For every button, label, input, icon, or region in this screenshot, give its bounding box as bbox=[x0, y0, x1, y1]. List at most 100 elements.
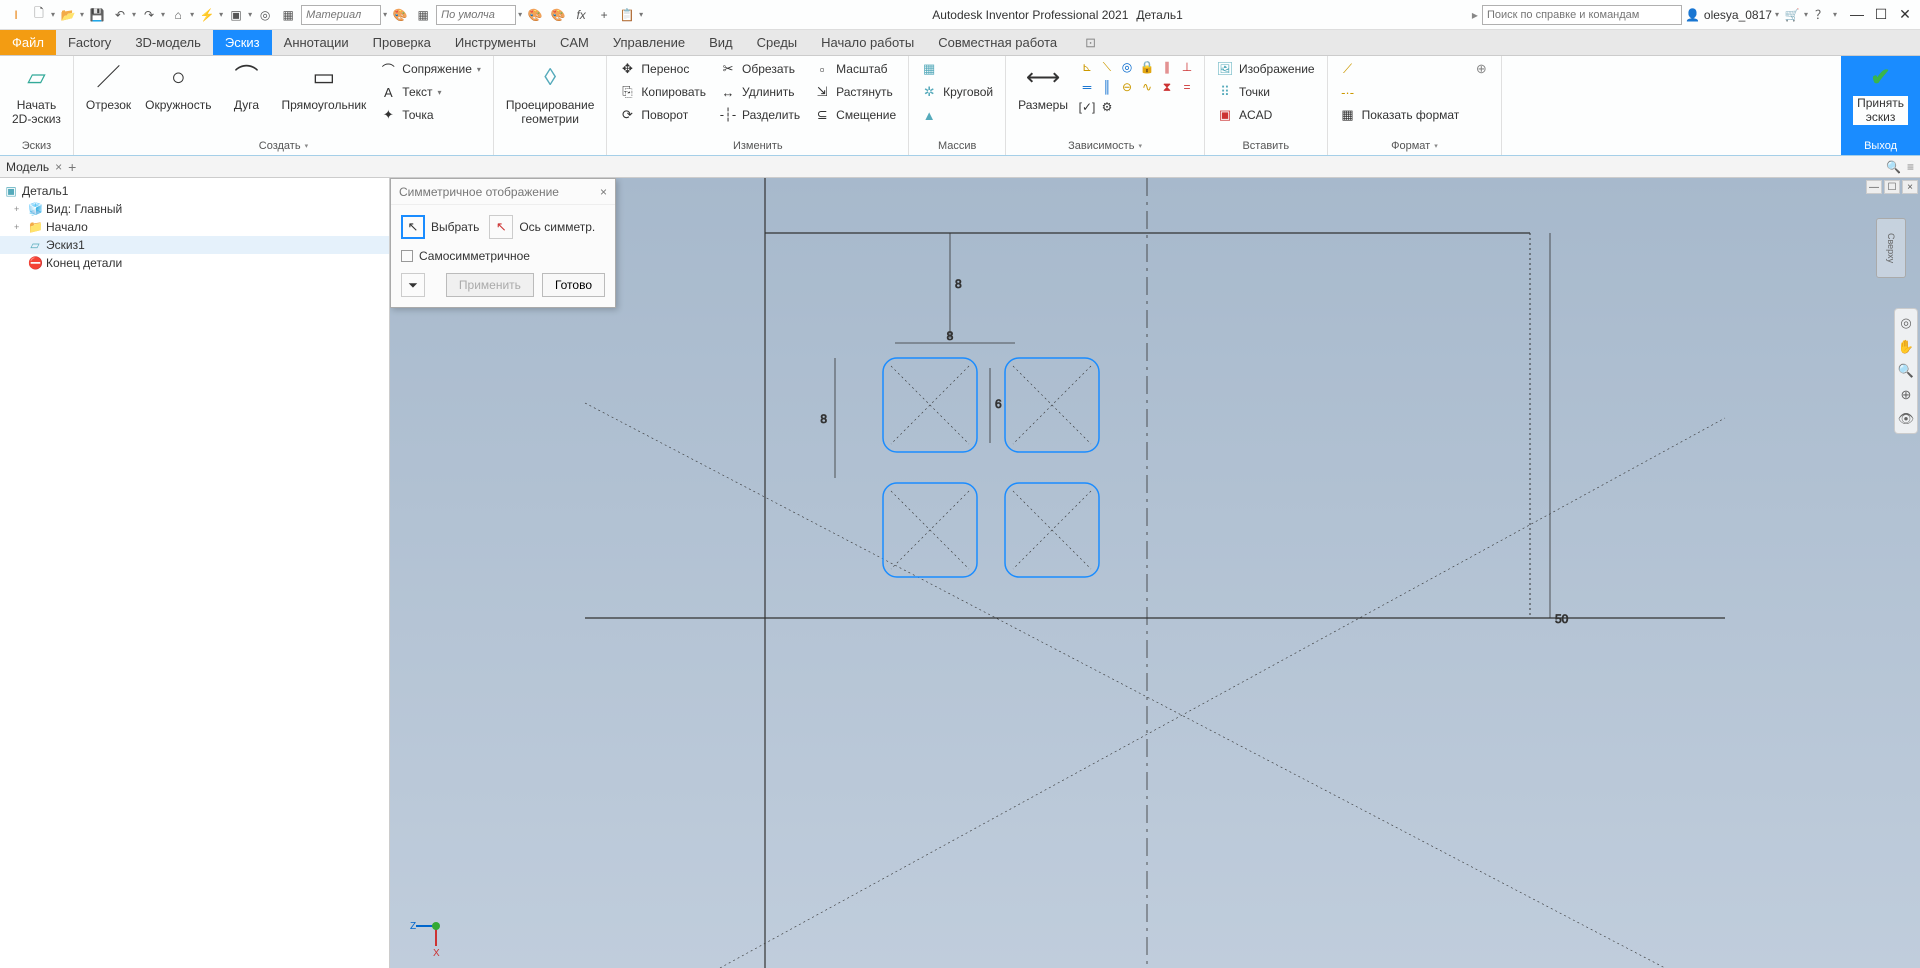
team-drop[interactable]: ▾ bbox=[219, 10, 223, 19]
maximize-button[interactable]: ☐ bbox=[1872, 6, 1890, 23]
extend-button[interactable]: ↔Удлинить bbox=[716, 81, 804, 103]
home-icon[interactable]: ⌂ bbox=[168, 5, 188, 25]
move-button[interactable]: ✥Перенос bbox=[615, 58, 710, 80]
appearance-input[interactable] bbox=[436, 5, 516, 25]
copy-button[interactable]: ⎘Копировать bbox=[615, 81, 710, 103]
rotate-button[interactable]: ⟳Поворот bbox=[615, 104, 710, 126]
redo-drop[interactable]: ▾ bbox=[161, 10, 165, 19]
tab-inspect[interactable]: Проверка bbox=[361, 30, 443, 55]
tree-item-origin[interactable]: +📁Начало bbox=[0, 218, 389, 236]
point-button[interactable]: ✦Точка bbox=[376, 104, 485, 126]
tree-item-sketch1[interactable]: ▱Эскиз1 bbox=[0, 236, 389, 254]
drawing-canvas[interactable]: — ☐ × Симметричное отображение × ↖Выбрат… bbox=[390, 178, 1920, 968]
self-symmetric-checkbox[interactable]: Самосимметричное bbox=[401, 249, 605, 263]
fx-icon[interactable]: fx bbox=[571, 5, 591, 25]
doc-close-icon[interactable]: × bbox=[1902, 180, 1918, 194]
tab-3dmodel[interactable]: 3D-модель bbox=[123, 30, 213, 55]
tab-getstarted[interactable]: Начало работы bbox=[809, 30, 926, 55]
save-icon[interactable]: 💾 bbox=[87, 5, 107, 25]
tree-item-view[interactable]: +🧊Вид: Главный bbox=[0, 200, 389, 218]
stretch-button[interactable]: ⇲Растянуть bbox=[810, 81, 900, 103]
grid-icon[interactable]: ▦ bbox=[278, 5, 298, 25]
tab-manage[interactable]: Управление bbox=[601, 30, 697, 55]
nav-orbit-icon[interactable]: ⊕ bbox=[1896, 385, 1916, 405]
arc-button[interactable]: ⌒Дуга bbox=[221, 58, 271, 114]
calc-icon[interactable]: 📋 bbox=[617, 5, 637, 25]
palette2-icon[interactable]: 🎨 bbox=[548, 5, 568, 25]
undo-drop[interactable]: ▾ bbox=[132, 10, 136, 19]
open-drop[interactable]: ▾ bbox=[80, 10, 84, 19]
browser-tab-label[interactable]: Модель bbox=[6, 160, 49, 174]
mirror-button[interactable]: ▲ bbox=[917, 104, 997, 126]
doc-min-icon[interactable]: — bbox=[1866, 180, 1882, 194]
browser-search-icon[interactable]: 🔍 bbox=[1886, 160, 1901, 174]
tab-annotate[interactable]: Аннотации bbox=[272, 30, 361, 55]
redo-icon[interactable]: ↷ bbox=[139, 5, 159, 25]
dialog-titlebar[interactable]: Симметричное отображение × bbox=[391, 179, 615, 205]
nav-zoom-icon[interactable]: 🔍 bbox=[1896, 361, 1916, 381]
acad-button[interactable]: ▣ACAD bbox=[1213, 104, 1319, 126]
rect-pattern-button[interactable]: ▦ bbox=[917, 58, 997, 80]
search-input[interactable] bbox=[1482, 5, 1682, 25]
tree-root[interactable]: ▣Деталь1 bbox=[0, 182, 389, 200]
tab-factory[interactable]: Factory bbox=[56, 30, 123, 55]
offset-button[interactable]: ⊆Смещение bbox=[810, 104, 900, 126]
done-button[interactable]: Готово bbox=[542, 273, 605, 297]
trim-button[interactable]: ✂Обрезать bbox=[716, 58, 804, 80]
select-drop[interactable]: ▾ bbox=[248, 10, 252, 19]
fillet-button[interactable]: ⌒Сопряжение▾ bbox=[376, 58, 485, 80]
split-button[interactable]: -┆-Разделить bbox=[716, 104, 804, 126]
team-icon[interactable]: ⚡ bbox=[197, 5, 217, 25]
finish-sketch-button[interactable]: ✔ Принять эскиз bbox=[1849, 58, 1912, 127]
project-geom-button[interactable]: ◊Проецирование геометрии bbox=[502, 58, 599, 129]
help-icon[interactable]: ？ bbox=[1811, 5, 1831, 25]
search-tri-icon[interactable]: ▸ bbox=[1472, 8, 1478, 22]
perp-icon[interactable]: ⊥ bbox=[1178, 58, 1196, 76]
browser-menu-icon[interactable]: ≡ bbox=[1907, 160, 1914, 174]
fix-icon[interactable]: 🔒 bbox=[1138, 58, 1156, 76]
material-input[interactable] bbox=[301, 5, 381, 25]
cart-icon[interactable]: 🛒 bbox=[1782, 5, 1802, 25]
horiz-icon[interactable]: ═ bbox=[1078, 78, 1096, 96]
tree-item-eop[interactable]: ⛔Конец детали bbox=[0, 254, 389, 272]
coinc-icon[interactable]: ⊾ bbox=[1078, 58, 1096, 76]
dim-qat-icon[interactable]: ◎ bbox=[255, 5, 275, 25]
circ-pattern-button[interactable]: ✲Круговой bbox=[917, 81, 997, 103]
app-gray-icon[interactable]: ▦ bbox=[413, 5, 433, 25]
show-constr-icon[interactable]: [✓] bbox=[1078, 98, 1096, 116]
colin-icon[interactable]: ⟍ bbox=[1098, 58, 1116, 76]
new-icon[interactable]: 🗋 bbox=[29, 5, 49, 25]
scale-button[interactable]: ▫Масштаб bbox=[810, 58, 900, 80]
centerline-icon[interactable]: -·- bbox=[1336, 81, 1464, 103]
text-button[interactable]: AТекст▾ bbox=[376, 81, 485, 103]
browser-close-icon[interactable]: × bbox=[55, 160, 62, 174]
tab-cam[interactable]: CAM bbox=[548, 30, 601, 55]
constr-set-icon[interactable]: ⚙ bbox=[1098, 98, 1116, 116]
rect-button[interactable]: ▭Прямоугольник bbox=[277, 58, 370, 114]
tab-env[interactable]: Среды bbox=[745, 30, 810, 55]
tab-collab[interactable]: Совместная работа bbox=[926, 30, 1069, 55]
smooth-icon[interactable]: ∿ bbox=[1138, 78, 1156, 96]
line-button[interactable]: ／Отрезок bbox=[82, 58, 135, 114]
tab-extra-icon[interactable]: ⊡ bbox=[1073, 30, 1108, 55]
plus-qat-icon[interactable]: + bbox=[594, 5, 614, 25]
dimension-button[interactable]: ⟷Размеры bbox=[1014, 58, 1072, 114]
start-2d-sketch-button[interactable]: ▱ Начать 2D-эскиз bbox=[8, 58, 65, 129]
palette-icon[interactable]: 🎨 bbox=[525, 5, 545, 25]
tab-tools[interactable]: Инструменты bbox=[443, 30, 548, 55]
sym-icon[interactable]: ⧗ bbox=[1158, 78, 1176, 96]
nav-look-icon[interactable]: 👁 bbox=[1896, 409, 1916, 429]
equal-icon[interactable]: = bbox=[1178, 78, 1196, 96]
axis-toggle[interactable]: ↖Ось симметр. bbox=[489, 215, 595, 239]
color-wheel-icon[interactable]: 🎨 bbox=[390, 5, 410, 25]
construction-icon[interactable]: ⟋ bbox=[1336, 58, 1464, 80]
minimize-button[interactable]: — bbox=[1848, 6, 1866, 23]
tab-sketch[interactable]: Эскиз bbox=[213, 30, 272, 55]
browser-add-icon[interactable]: + bbox=[68, 159, 76, 175]
tang-icon[interactable]: ⊖ bbox=[1118, 78, 1136, 96]
conc-icon[interactable]: ◎ bbox=[1118, 58, 1136, 76]
tab-view[interactable]: Вид bbox=[697, 30, 745, 55]
par-icon[interactable]: ∥ bbox=[1158, 58, 1176, 76]
home-drop[interactable]: ▾ bbox=[190, 10, 194, 19]
doc-max-icon[interactable]: ☐ bbox=[1884, 180, 1900, 194]
